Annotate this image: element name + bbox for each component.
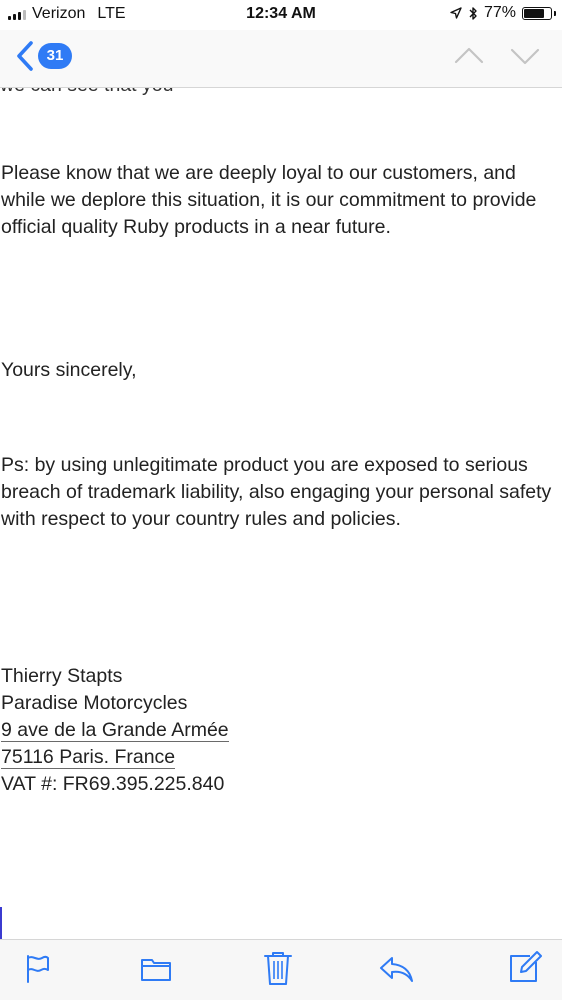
next-message-chevron-down-icon[interactable] — [510, 46, 540, 66]
navigation-bar: 31 — [0, 30, 562, 88]
location-arrow-icon — [450, 7, 462, 19]
flag-icon[interactable] — [25, 954, 51, 984]
unread-count-badge: 31 — [38, 43, 72, 69]
email-closing: Yours sincerely, — [1, 359, 137, 381]
signature-name: Thierry Stapts — [1, 665, 123, 687]
email-body[interactable]: we can see that you Please know that we … — [0, 88, 562, 940]
clipped-text-line: we can see that you — [0, 88, 173, 99]
previous-message-chevron-up-icon[interactable] — [454, 46, 484, 66]
email-postscript: Ps: by using unlegitimate product you ar… — [1, 454, 552, 530]
trash-icon[interactable] — [263, 950, 293, 986]
signature-street-link[interactable]: 9 ave de la Grande Armée — [1, 717, 229, 744]
reply-icon[interactable] — [378, 954, 414, 984]
bluetooth-icon — [469, 6, 477, 20]
scroll-indicator — [0, 907, 2, 940]
chevron-left-icon — [17, 41, 33, 71]
signature-city-link[interactable]: 75116 Paris. France — [1, 744, 176, 771]
bottom-toolbar — [0, 939, 562, 1000]
battery-icon — [522, 6, 556, 20]
battery-percent: 77% — [483, 4, 516, 21]
status-bar: Verizon LTE 12:34 AM 77% — [0, 0, 562, 30]
status-right: 77% — [450, 4, 556, 22]
city-address[interactable]: 75116 Paris. France — [1, 746, 176, 769]
compose-icon[interactable] — [508, 950, 542, 984]
signature-company: Paradise Motorcycles — [1, 692, 188, 714]
back-button[interactable]: 31 — [16, 40, 72, 72]
folder-icon[interactable] — [140, 954, 172, 984]
email-paragraph: Please know that we are deeply loyal to … — [1, 162, 537, 238]
signature-vat: VAT #: FR69.395.225.840 — [1, 773, 225, 795]
battery-level — [524, 8, 545, 18]
street-address[interactable]: 9 ave de la Grande Armée — [1, 719, 229, 742]
message-navigation — [454, 46, 540, 66]
